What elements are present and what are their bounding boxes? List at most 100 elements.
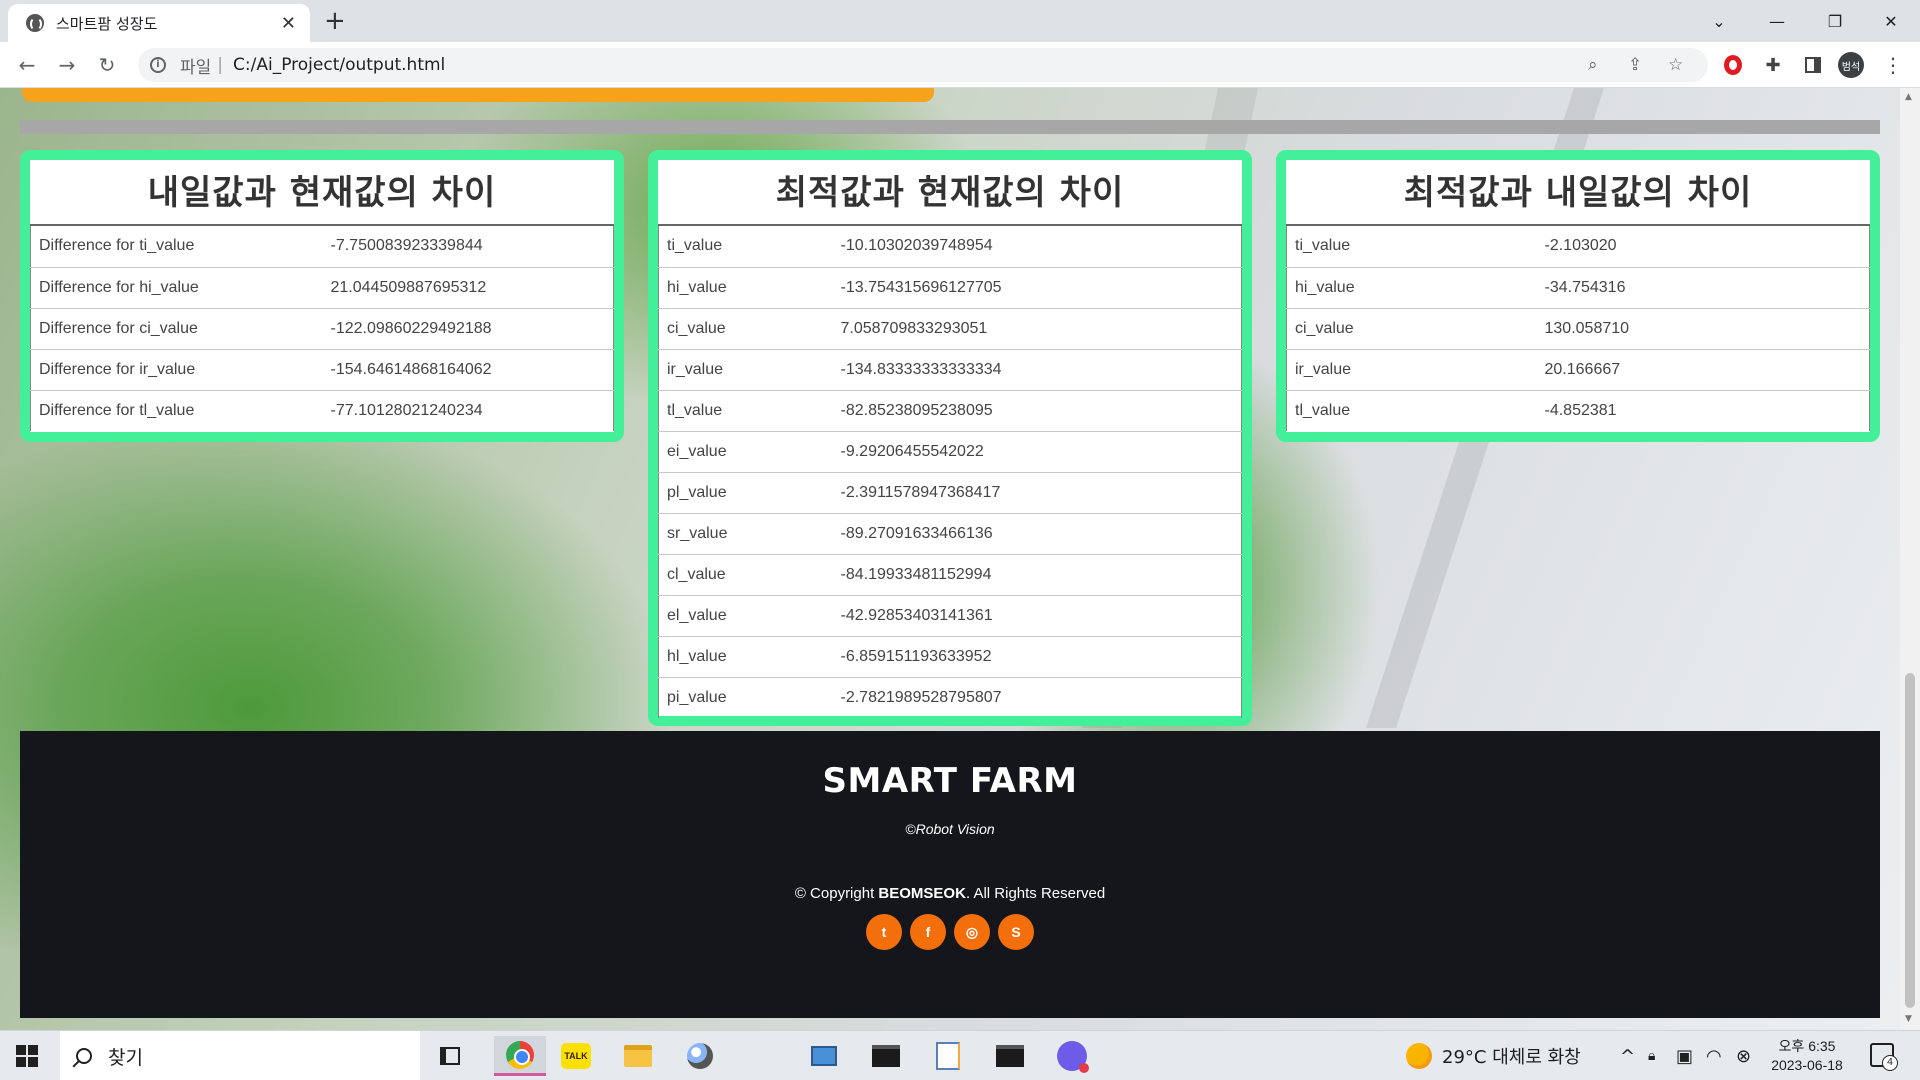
row-key: pi_value: [658, 677, 833, 718]
row-key: hl_value: [658, 636, 833, 678]
footer-title: SMART FARM: [822, 761, 1078, 801]
taskbar-search-box[interactable]: 찾기: [60, 1031, 420, 1080]
profile-label: 범석: [1838, 52, 1864, 78]
game-launcher-icon[interactable]: [1052, 1036, 1092, 1076]
row-value: -9.29206455542022: [832, 431, 1242, 473]
bookmark-star-icon[interactable]: ☆: [1668, 48, 1683, 82]
skype-icon[interactable]: S: [998, 914, 1034, 950]
windows-start-icon[interactable]: [16, 1045, 38, 1067]
terminal-icon[interactable]: [866, 1036, 906, 1076]
tab-search-icon[interactable]: ⌄: [1690, 0, 1748, 42]
browser-menu-icon[interactable]: ⋮: [1882, 53, 1904, 77]
table-row: tl_value -4.852381: [1286, 390, 1870, 431]
forward-icon[interactable]: →: [52, 50, 82, 80]
row-value: 130.058710: [1536, 308, 1870, 350]
paint-icon[interactable]: [680, 1036, 720, 1076]
table-row: hi_value -13.754315696127705: [658, 267, 1242, 309]
copyright-owner: BEOMSEOK: [878, 885, 966, 902]
row-value: 20.166667: [1536, 349, 1870, 391]
tray-lock-icon[interactable]: 🔒︎: [1648, 1031, 1655, 1080]
row-key: Difference for ti_value: [30, 226, 323, 268]
facebook-icon[interactable]: f: [910, 914, 946, 950]
wifi-icon[interactable]: ◠: [1706, 1031, 1722, 1080]
url-text[interactable]: C:/Ai_Project/output.html: [233, 55, 445, 75]
opera-extension-icon[interactable]: [1722, 54, 1744, 76]
tray-chevron-icon[interactable]: ^: [1620, 1031, 1635, 1080]
page-scrollbar[interactable]: ▲ ▼: [1900, 88, 1920, 1030]
row-key: Difference for tl_value: [30, 390, 323, 431]
close-tab-icon[interactable]: ✕: [281, 13, 296, 34]
card-title: 최적값과 내일값의 차이: [1286, 160, 1870, 226]
scroll-down-arrow-icon[interactable]: ▼: [1905, 1014, 1912, 1024]
address-field[interactable]: i 파일 | C:/Ai_Project/output.html ⌕ ⇪ ☆: [138, 48, 1708, 82]
row-key: hi_value: [1286, 267, 1537, 309]
table-row: Difference for ci_value -122.098602294921…: [30, 308, 614, 350]
table-row: el_value -42.92853403141361: [658, 595, 1242, 637]
row-key: ir_value: [658, 349, 833, 391]
copyright-text: © Copyright BEOMSEOK. All Rights Reserve…: [20, 885, 1880, 902]
instagram-icon[interactable]: ◎: [954, 914, 990, 950]
tab-title: 스마트팜 성장도: [56, 14, 158, 33]
row-value: -13.754315696127705: [832, 267, 1242, 309]
row-value: -77.10128021240234: [322, 390, 614, 431]
terminal-icon[interactable]: [990, 1036, 1030, 1076]
browser-tab[interactable]: 스마트팜 성장도 ✕: [8, 4, 310, 42]
page-viewport: 내일값과 현재값의 차이 Difference for ti_value -7.7…: [0, 88, 1900, 1030]
notification-center-icon[interactable]: 4: [1870, 1043, 1898, 1071]
side-panel-icon[interactable]: [1802, 54, 1824, 76]
taskbar-search-label: 찾기: [108, 1046, 143, 1069]
difference-card-tomorrow-current: 내일값과 현재값의 차이 Difference for ti_value -7.7…: [20, 150, 624, 442]
twitter-icon[interactable]: t: [866, 914, 902, 950]
file-explorer-icon[interactable]: [618, 1036, 658, 1076]
footer-subtitle: ©Robot Vision: [905, 821, 995, 837]
restore-button[interactable]: ❐: [1806, 0, 1864, 42]
info-icon[interactable]: i: [150, 57, 166, 73]
row-key: Difference for ci_value: [30, 308, 323, 350]
site-footer: SMART FARM ©Robot Vision © Copyright BEO…: [20, 731, 1880, 1018]
weather-widget[interactable]: 29°C 대체로 화창: [1406, 1031, 1581, 1080]
row-value: -2.103020: [1536, 226, 1870, 268]
row-key: ti_value: [1286, 226, 1537, 268]
chrome-icon[interactable]: [494, 1036, 546, 1076]
task-view-icon[interactable]: [430, 1036, 470, 1076]
row-key: Difference for ir_value: [30, 349, 323, 391]
clock-date: 2023-06-18: [1771, 1057, 1843, 1073]
close-window-button[interactable]: ✕: [1862, 0, 1920, 42]
extensions-puzzle-icon[interactable]: ✚: [1762, 54, 1784, 76]
scrollbar-thumb[interactable]: [1905, 673, 1915, 1008]
difference-table: Difference for ti_value -7.75008392333984…: [30, 226, 614, 431]
reload-icon[interactable]: ↻: [92, 50, 122, 80]
weather-sun-icon: [1406, 1043, 1432, 1069]
row-value: -6.859151193633952: [832, 636, 1242, 678]
row-value: -2.3911578947368417: [832, 472, 1242, 514]
table-row: hl_value -6.859151193633952: [658, 636, 1242, 678]
table-row: ir_value 20.166667: [1286, 349, 1870, 391]
document-editor-icon[interactable]: [928, 1036, 968, 1076]
row-key: sr_value: [658, 513, 833, 555]
tray-close-icon[interactable]: ⊗: [1736, 1031, 1751, 1080]
scroll-up-arrow-icon[interactable]: ▲: [1905, 92, 1912, 102]
clock-time: 오후 6:35: [1778, 1038, 1836, 1054]
search-icon: [76, 1048, 92, 1064]
profile-avatar[interactable]: 범석: [1838, 52, 1864, 78]
row-value: -7.750083923339844: [322, 226, 614, 268]
remote-desktop-icon[interactable]: [804, 1036, 844, 1076]
row-key: Difference for hi_value: [30, 267, 323, 309]
tray-display-icon[interactable]: ▣: [1676, 1031, 1693, 1080]
row-key: ir_value: [1286, 349, 1537, 391]
row-key: ci_value: [658, 308, 833, 350]
row-value: -4.852381: [1536, 390, 1870, 431]
row-value: -122.09860229492188: [322, 308, 614, 350]
globe-icon: [26, 14, 44, 32]
share-icon[interactable]: ⇪: [1628, 48, 1642, 82]
kakaotalk-icon[interactable]: TALK: [556, 1036, 596, 1076]
minimize-button[interactable]: —: [1748, 0, 1806, 42]
new-tab-button[interactable]: +: [324, 6, 346, 36]
row-key: ei_value: [658, 431, 833, 473]
taskbar-clock[interactable]: 오후 6:35 2023-06-18: [1762, 1037, 1852, 1075]
zoom-icon[interactable]: ⌕: [1588, 48, 1598, 82]
back-icon[interactable]: ←: [12, 50, 42, 80]
difference-table: ti_value -10.10302039748954 hi_value -13.7…: [658, 226, 1242, 718]
row-key: tl_value: [1286, 390, 1537, 431]
table-row: ei_value -9.29206455542022: [658, 431, 1242, 473]
